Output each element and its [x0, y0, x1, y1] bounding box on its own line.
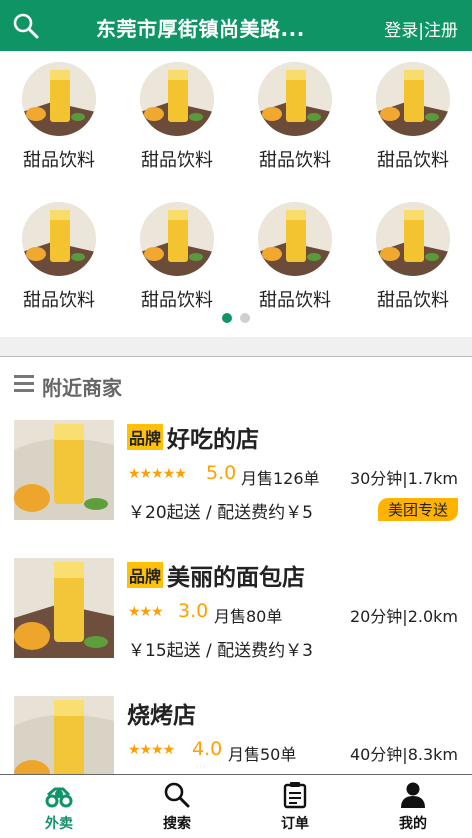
list-icon: [14, 375, 34, 393]
nav-tab-takeout[interactable]: 外卖: [0, 775, 118, 838]
rating-score: 3.0: [178, 600, 209, 622]
section-divider: [0, 337, 472, 357]
time-distance: 30分钟|1.7km: [349, 469, 458, 488]
category-item[interactable]: 甜品饮料: [118, 62, 236, 202]
brand-badge: 品牌: [127, 562, 164, 588]
rating-score: 5.0: [206, 462, 237, 484]
shop-name: 美丽的面包店: [167, 565, 306, 591]
shop-image: [14, 558, 114, 658]
category-item[interactable]: 甜品饮料: [354, 62, 472, 202]
nav-tab-profile[interactable]: 我的: [354, 775, 472, 838]
shop-name: 好吃的店: [167, 427, 260, 453]
shop-name-row: 品牌 好吃的店: [127, 420, 260, 453]
carousel-indicator: [0, 313, 472, 323]
order-icon: [281, 781, 309, 809]
category-image: [258, 62, 332, 136]
rating-score: 4.0: [192, 738, 223, 760]
brand-badge: 品牌: [127, 424, 164, 450]
category-image: [376, 202, 450, 276]
time-distance: 20分钟|2.0km: [349, 607, 458, 626]
location-title[interactable]: 东莞市厚街镇尚美路...: [96, 13, 336, 42]
nav-label: 订单: [281, 816, 309, 832]
category-item[interactable]: 甜品饮料: [236, 62, 354, 202]
category-label: 甜品饮料: [23, 150, 95, 171]
monthly-sales: 月售126单: [241, 469, 320, 488]
monthly-sales: 月售80单: [214, 607, 283, 626]
time-distance: 40分钟|8.3km: [349, 745, 458, 764]
rating-stars: ★★★★★: [128, 466, 187, 482]
category-label: 甜品饮料: [141, 150, 213, 171]
nav-label: 外卖: [45, 816, 73, 832]
rating-stars: ★★★★: [128, 742, 175, 758]
shop-name-row: 烧烤店: [127, 696, 196, 729]
shop-card[interactable]: 品牌 美丽的面包店 ★★★ 3.0 月售80单 20分钟|2.0km ￥15起送 …: [0, 558, 472, 678]
category-item[interactable]: 甜品饮料: [0, 62, 118, 202]
carousel-dot-active[interactable]: [222, 313, 232, 323]
section-title: 附近商家: [42, 376, 122, 400]
nav-label: 搜索: [163, 816, 191, 832]
top-bar: 东莞市厚街镇尚美路... 登录|注册: [0, 0, 472, 51]
category-label: 甜品饮料: [377, 150, 449, 171]
category-label: 甜品饮料: [377, 290, 449, 311]
nav-tab-search[interactable]: 搜索: [118, 775, 236, 838]
shop-image: [14, 420, 114, 520]
category-grid: 甜品饮料 甜品饮料 甜品饮料 甜品饮料 甜品饮料 甜品饮料 甜品饮料 甜品饮料: [0, 52, 472, 328]
category-image: [140, 62, 214, 136]
shop-name-row: 品牌 美丽的面包店: [127, 558, 306, 591]
category-image: [376, 62, 450, 136]
category-label: 甜品饮料: [259, 290, 331, 311]
bottom-nav: 外卖 搜索 订单 我的: [0, 774, 472, 838]
category-image: [140, 202, 214, 276]
delivery-icon: [45, 781, 73, 809]
delivery-badge: 美团专送: [377, 498, 458, 521]
search-icon[interactable]: [12, 12, 40, 40]
category-label: 甜品饮料: [141, 290, 213, 311]
carousel-dot[interactable]: [240, 313, 250, 323]
category-image: [22, 62, 96, 136]
monthly-sales: 月售50单: [228, 745, 297, 764]
category-label: 甜品饮料: [23, 290, 95, 311]
delivery-fee: ￥15起送 / 配送费约￥3: [128, 641, 313, 661]
delivery-fee: ￥20起送 / 配送费约￥5: [128, 503, 313, 523]
category-label: 甜品饮料: [259, 150, 331, 171]
search-icon: [163, 781, 191, 809]
profile-icon: [399, 781, 427, 809]
shop-name: 烧烤店: [127, 703, 196, 729]
nav-tab-orders[interactable]: 订单: [236, 775, 354, 838]
login-register-link[interactable]: 登录|注册: [384, 16, 458, 41]
category-image: [258, 202, 332, 276]
nav-label: 我的: [399, 816, 427, 832]
shop-card[interactable]: 品牌 好吃的店 ★★★★★ 5.0 月售126单 30分钟|1.7km ￥20起送…: [0, 420, 472, 540]
rating-stars: ★★★: [128, 604, 164, 620]
category-image: [22, 202, 96, 276]
